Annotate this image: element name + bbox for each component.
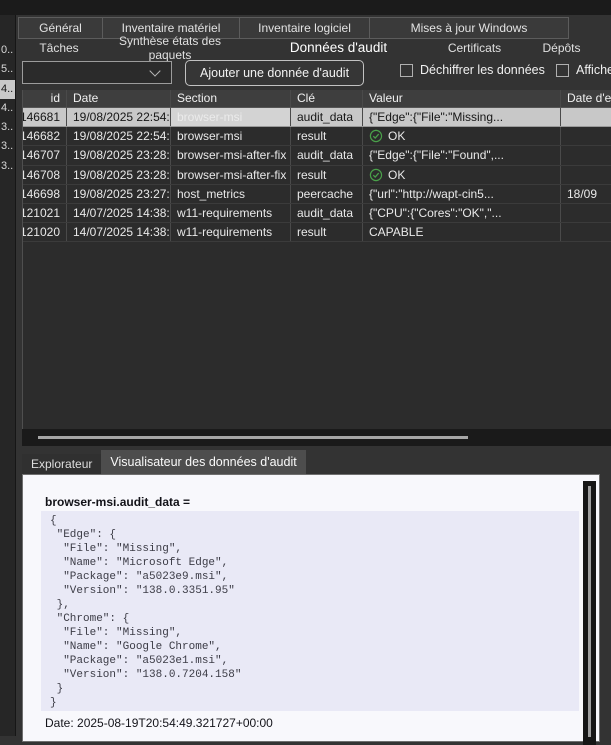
table-cell-id: 146682 [23,127,67,145]
column-header-date[interactable]: Date [67,90,171,107]
tab-mises-a-jour-windows[interactable]: Mises à jour Windows [370,17,569,39]
table-row[interactable]: 12102114/07/2025 14:38:12w11-requirement… [23,204,611,223]
tab-general[interactable]: Général [18,17,103,39]
table-cell-value: CAPABLE [363,223,561,241]
viewer-date-line: Date: 2025-08-19T20:54:49.321727+00:00 [45,716,273,730]
table-cell-date: 19/08/2025 23:28:48 [67,146,171,164]
tab-inventaire-logiciel[interactable]: Inventaire logiciel [240,17,370,39]
table-cell-id: 146707 [23,146,67,164]
table-row[interactable]: 14668119/08/2025 22:54:49browser-msiaudi… [23,108,611,127]
ok-check-icon [369,129,383,143]
table-row[interactable]: 12102014/07/2025 14:38:12w11-requirement… [23,223,611,242]
main-tab-row-2: Tâches Synthèse états des paquets Donnée… [18,37,611,58]
left-strip-row[interactable]: 3.. [0,157,15,176]
table-cell-exp [561,204,611,222]
viewer-json-content: { "Edge": { "File": "Missing", "Name": "… [41,511,579,711]
table-cell-exp [561,127,611,145]
table-cell-section: browser-msi [171,108,291,126]
audit-data-table: id Date Section Clé Valeur Date d'expira… [22,90,611,429]
column-header-date-expiration[interactable]: Date d'expiration [561,90,611,107]
viewer-title: browser-msi.audit_data = [45,495,190,509]
table-cell-section: browser-msi [171,127,291,145]
table-cell-key: audit_data [291,204,363,222]
table-cell-value: {"Edge":{"File":"Found",... [363,146,561,164]
table-cell-section: w11-requirements [171,204,291,222]
table-cell-exp [561,166,611,184]
table-cell-section: w11-requirements [171,223,291,241]
table-cell-exp [561,108,611,126]
table-cell-date: 19/08/2025 22:54:49 [67,108,171,126]
show-checkbox[interactable]: Afficher l [556,63,611,77]
table-row[interactable]: 14670819/08/2025 23:28:48browser-msi-aft… [23,166,611,185]
table-cell-id: 146708 [23,166,67,184]
left-strip-row[interactable]: 3.. [0,118,15,137]
table-cell-date: 19/08/2025 22:54:49 [67,127,171,145]
table-cell-id: 121020 [23,223,67,241]
table-cell-value: {"Edge":{"File":"Missing... [363,108,561,126]
table-cell-exp: 18/09 [561,185,611,203]
vertical-scrollbar-thumb[interactable] [588,486,591,737]
decrypt-checkbox-label: Déchiffrer les données [420,63,545,77]
column-header-cle[interactable]: Clé [291,90,363,107]
column-header-id[interactable]: id [23,90,67,107]
table-row[interactable]: 14669819/08/2025 23:27:26host_metricspee… [23,185,611,204]
table-cell-key: result [291,223,363,241]
tab-taches[interactable]: Tâches [18,41,100,55]
checkbox-icon[interactable] [556,64,569,77]
table-cell-id: 146698 [23,185,67,203]
table-cell-date: 14/07/2025 14:38:12 [67,204,171,222]
table-cell-value: OK [363,166,561,184]
table-body: 14668119/08/2025 22:54:49browser-msiaudi… [23,108,611,242]
table-cell-value: {"CPU":{"Cores":"OK","... [363,204,561,222]
table-cell-key: result [291,166,363,184]
column-header-section[interactable]: Section [171,90,291,107]
tab-donnees-audit[interactable]: Données d'audit [240,40,437,55]
column-header-valeur[interactable]: Valeur [363,90,561,107]
table-cell-key: audit_data [291,146,363,164]
left-grid-strip: 0..5..4..4..3..3..3.. [0,15,16,736]
table-cell-exp [561,223,611,241]
window-top-strip [0,0,611,15]
table-cell-date: 19/08/2025 23:28:48 [67,166,171,184]
table-cell-id: 146681 [23,108,67,126]
checkbox-icon[interactable] [400,64,413,77]
tab-visualisateur-donnees-audit[interactable]: Visualisateur des données d'audit [101,450,305,474]
add-audit-data-button[interactable]: Ajouter une donnée d'audit [185,60,364,86]
table-cell-value: OK [363,127,561,145]
table-cell-key: audit_data [291,108,363,126]
horizontal-scrollbar-thumb[interactable] [38,436,468,439]
audit-toolbar: Ajouter une donnée d'audit Déchiffrer le… [0,58,611,90]
horizontal-scrollbar[interactable] [22,429,611,446]
table-cell-section: browser-msi-after-fix [171,146,291,164]
chevron-down-icon [149,65,160,76]
show-checkbox-label: Afficher l [576,63,611,77]
left-strip-row[interactable]: 3.. [0,137,15,156]
ok-check-icon [369,168,383,182]
table-cell-exp [561,146,611,164]
table-cell-key: result [291,127,363,145]
table-row[interactable]: 14670719/08/2025 23:28:48browser-msi-aft… [23,146,611,165]
table-cell-id: 121021 [23,204,67,222]
table-cell-section: browser-msi-after-fix [171,166,291,184]
table-cell-date: 14/07/2025 14:38:12 [67,223,171,241]
tab-depots[interactable]: Dépôts [512,41,611,55]
decrypt-data-checkbox[interactable]: Déchiffrer les données [400,63,545,77]
vertical-scrollbar[interactable] [583,481,596,745]
tab-certificats[interactable]: Certificats [437,41,512,55]
audit-data-viewer-panel: browser-msi.audit_data = { "Edge": { "Fi… [22,474,600,742]
table-cell-date: 19/08/2025 23:27:26 [67,185,171,203]
table-cell-section: host_metrics [171,185,291,203]
table-row[interactable]: 14668219/08/2025 22:54:49browser-msiresu… [23,127,611,146]
tab-explorateur[interactable]: Explorateur [22,454,101,474]
left-strip-row[interactable]: 4.. [0,99,15,118]
audit-filter-combobox[interactable] [22,61,172,84]
table-header-row: id Date Section Clé Valeur Date d'expira… [23,90,611,108]
table-cell-value: {"url":"http://wapt-cin5... [363,185,561,203]
table-cell-key: peercache [291,185,363,203]
bottom-tab-row: Explorateur Visualisateur des données d'… [22,450,306,474]
